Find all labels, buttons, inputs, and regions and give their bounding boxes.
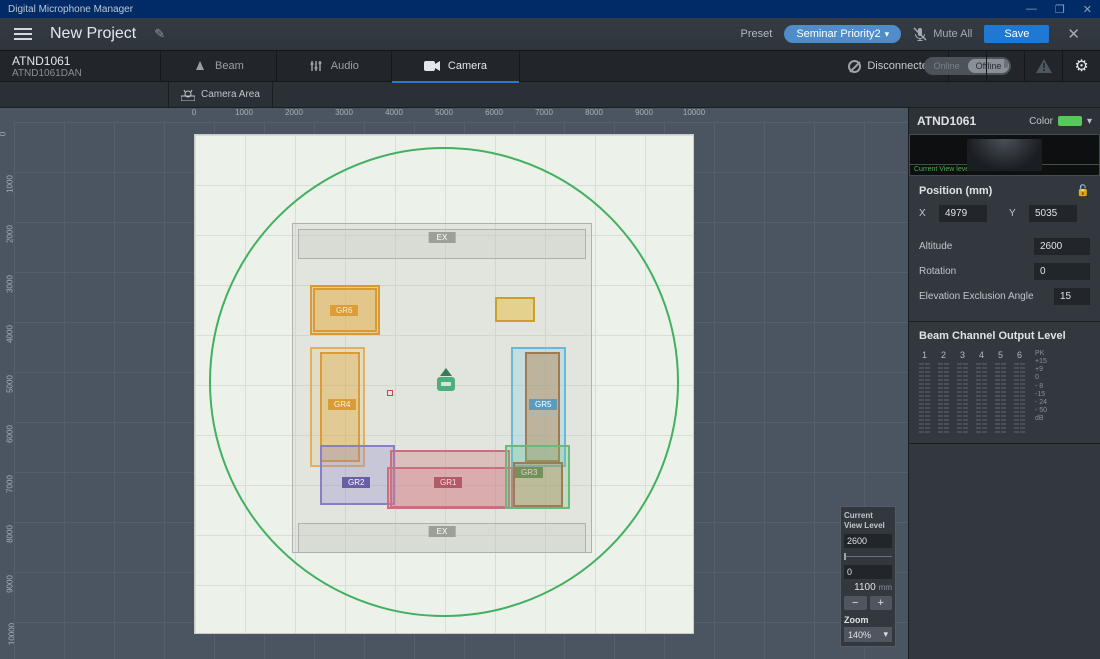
exclusion-zone-top[interactable]: EX xyxy=(298,229,586,259)
tab-beam[interactable]: Beam xyxy=(160,50,277,82)
zone-yellow[interactable] xyxy=(495,297,535,322)
preset-label: Preset xyxy=(741,28,773,40)
color-label: Color xyxy=(1029,116,1053,127)
lock-icon[interactable]: 🔓 xyxy=(1076,184,1090,197)
position-header: Position (mm) xyxy=(919,185,992,197)
altitude-input[interactable] xyxy=(1034,238,1090,255)
camera-area-toggle[interactable]: Camera Area xyxy=(168,82,273,108)
ex-label: EX xyxy=(429,232,456,243)
zone-gr6-inner xyxy=(313,288,377,332)
zone-gr3-inner xyxy=(513,462,563,507)
menu-button[interactable] xyxy=(14,28,32,40)
ruler-vertical: 0100020003000400050006000700080009000100… xyxy=(0,122,14,659)
beam-icon xyxy=(193,59,207,73)
canvas[interactable]: 0100020003000400050006000700080009000100… xyxy=(0,108,908,659)
settings-button[interactable]: ⚙ xyxy=(1062,50,1100,82)
zoom-dropdown[interactable]: 140%▾ xyxy=(844,627,892,642)
mic-indicator xyxy=(441,382,451,386)
position-y-input[interactable] xyxy=(1029,205,1077,222)
camera-area-icon xyxy=(181,89,195,101)
beam-output-header: Beam Channel Output Level xyxy=(919,330,1090,342)
window-maximize[interactable]: ❐ xyxy=(1055,3,1065,16)
view-level-top[interactable]: 2600 xyxy=(844,534,892,548)
zoom-out-button[interactable]: − xyxy=(844,596,867,610)
properties-panel: ATND1061 Color ▾ Current View level Posi… xyxy=(908,108,1100,659)
tab-audio[interactable]: Audio xyxy=(277,50,392,82)
ruler-horizontal: 0100020003000400050006000700080009000100… xyxy=(14,108,908,122)
color-dropdown-icon[interactable]: ▾ xyxy=(1087,116,1092,127)
device-name: ATND1061 xyxy=(12,54,148,68)
app-title: Digital Microphone Manager xyxy=(8,4,133,15)
gear-icon: ⚙ xyxy=(1074,56,1088,76)
save-button[interactable]: Save xyxy=(984,25,1049,43)
mic-mute-icon xyxy=(913,27,927,41)
position-x-input[interactable] xyxy=(939,205,987,222)
device-model: ATND1061DAN xyxy=(12,68,148,79)
color-swatch[interactable] xyxy=(1058,116,1082,126)
exclusion-zone-bottom[interactable]: EX xyxy=(298,523,586,553)
preset-dropdown[interactable]: Seminar Priority2 xyxy=(784,25,901,43)
rotation-input[interactable] xyxy=(1034,263,1090,280)
origin-marker xyxy=(387,390,393,396)
project-name: New Project xyxy=(50,25,136,43)
tab-camera[interactable]: Camera xyxy=(392,50,520,82)
camera-icon xyxy=(424,60,440,72)
zone-gr1-inner xyxy=(387,467,513,509)
selected-device-name: ATND1061 xyxy=(917,114,976,128)
view-level-panel: Current View Level 2600 0 1100mm − + Zoo… xyxy=(840,506,896,647)
mic-status-icon[interactable] xyxy=(986,50,1024,82)
window-close[interactable]: ✕ xyxy=(1083,3,1092,16)
edit-icon[interactable]: ✎ xyxy=(154,26,165,42)
warning-icon[interactable] xyxy=(1024,50,1062,82)
coverage-preview: Current View level xyxy=(909,134,1100,176)
disconnected-icon xyxy=(848,60,861,73)
elevation-input[interactable] xyxy=(1054,288,1090,305)
audio-icon xyxy=(309,59,323,73)
window-minimize[interactable]: — xyxy=(1026,3,1037,15)
view-level-bottom[interactable]: 0 xyxy=(844,565,892,579)
view-level-slider[interactable] xyxy=(844,556,892,557)
zone-gr2[interactable]: GR2 xyxy=(320,445,395,505)
mute-all-button[interactable]: Mute All xyxy=(913,27,972,41)
ex-label: EX xyxy=(429,526,456,537)
zoom-in-button[interactable]: + xyxy=(870,596,893,610)
close-project-button[interactable]: ✕ xyxy=(1061,25,1086,43)
